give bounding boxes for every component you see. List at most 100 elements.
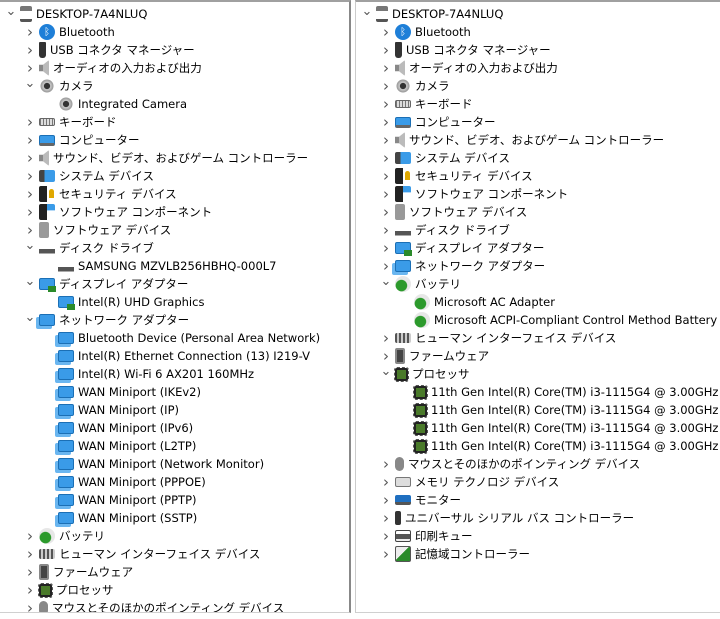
chevron-right-icon[interactable]: ›	[379, 203, 393, 221]
chevron-down-icon[interactable]: ⌄	[23, 272, 37, 290]
tree-item[interactable]: › ソフトウェア コンポーネント	[356, 185, 720, 203]
tree-item[interactable]: › ディスプレイ アダプター	[356, 239, 720, 257]
chevron-right-icon[interactable]: ›	[379, 329, 393, 347]
chevron-right-icon[interactable]: ›	[379, 221, 393, 239]
tree-item[interactable]: › 記憶域コントローラー	[356, 545, 720, 563]
tree-item[interactable]: › セキュリティ デバイス	[356, 167, 720, 185]
chevron-right-icon[interactable]: ›	[23, 149, 37, 167]
tree-item[interactable]: › ネットワーク アダプター	[356, 257, 720, 275]
tree-item[interactable]: › ユニバーサル シリアル バス コントローラー	[356, 509, 720, 527]
tree-item[interactable]: SAMSUNG MZVLB256HBHQ-000L7	[0, 257, 349, 275]
tree-item[interactable]: 11th Gen Intel(R) Core(TM) i3-1115G4 @ 3…	[356, 401, 720, 419]
chevron-down-icon[interactable]: ⌄	[23, 308, 37, 326]
tree-item[interactable]: 11th Gen Intel(R) Core(TM) i3-1115G4 @ 3…	[356, 437, 720, 455]
tree-item[interactable]: Intel(R) UHD Graphics	[0, 293, 349, 311]
chevron-right-icon[interactable]: ›	[23, 545, 37, 563]
tree-item[interactable]: ⌄ カメラ	[0, 74, 349, 95]
tree-item[interactable]: ⌄ DESKTOP-7A4NLUQ	[0, 2, 349, 23]
tree-item[interactable]: › カメラ	[356, 77, 720, 95]
tree-item[interactable]: › オーディオの入力および出力	[356, 59, 720, 77]
chevron-down-icon[interactable]: ⌄	[360, 2, 374, 20]
tree-item[interactable]: WAN Miniport (SSTP)	[0, 509, 349, 527]
tree-item[interactable]: Bluetooth Device (Personal Area Network)	[0, 329, 349, 347]
tree-item[interactable]: › マウスとそのほかのポインティング デバイス	[0, 599, 349, 612]
chevron-right-icon[interactable]: ›	[23, 563, 37, 581]
chevron-down-icon[interactable]: ⌄	[23, 236, 37, 254]
chevron-down-icon[interactable]: ⌄	[4, 2, 18, 20]
tree-item[interactable]: › ヒューマン インターフェイス デバイス	[356, 329, 720, 347]
chevron-right-icon[interactable]: ›	[23, 167, 37, 185]
tree-item[interactable]: ⌄ DESKTOP-7A4NLUQ	[356, 2, 720, 23]
chevron-right-icon[interactable]: ›	[379, 491, 393, 509]
tree-item[interactable]: › プロセッサ	[0, 581, 349, 599]
tree-item[interactable]: WAN Miniport (IP)	[0, 401, 349, 419]
tree-item[interactable]: WAN Miniport (Network Monitor)	[0, 455, 349, 473]
chevron-right-icon[interactable]: ›	[23, 185, 37, 203]
tree-item[interactable]: › セキュリティ デバイス	[0, 185, 349, 203]
device-tree-left[interactable]: ⌄ DESKTOP-7A4NLUQ › ᛒ Bluetooth › USB コネクタ マネー…	[0, 0, 351, 613]
chevron-right-icon[interactable]: ›	[379, 545, 393, 563]
chevron-right-icon[interactable]: ›	[379, 95, 393, 113]
tree-item[interactable]: › オーディオの入力および出力	[0, 59, 349, 77]
chevron-right-icon[interactable]: ›	[23, 131, 37, 149]
tree-item[interactable]: › メモリ テクノロジ デバイス	[356, 473, 720, 491]
chevron-right-icon[interactable]: ›	[23, 581, 37, 599]
chevron-right-icon[interactable]: ›	[379, 473, 393, 491]
chevron-right-icon[interactable]: ›	[379, 113, 393, 131]
chevron-right-icon[interactable]: ›	[23, 203, 37, 221]
tree-item[interactable]: › モニター	[356, 491, 720, 509]
chevron-right-icon[interactable]: ›	[23, 527, 37, 545]
tree-item[interactable]: ⌄ バッテリ	[356, 272, 720, 293]
chevron-right-icon[interactable]: ›	[23, 23, 37, 41]
chevron-down-icon[interactable]: ⌄	[379, 272, 393, 290]
tree-item[interactable]: ⌄ ネットワーク アダプター	[0, 308, 349, 329]
tree-item[interactable]: › マウスとそのほかのポインティング デバイス	[356, 455, 720, 473]
tree-item[interactable]: 11th Gen Intel(R) Core(TM) i3-1115G4 @ 3…	[356, 419, 720, 437]
tree-item[interactable]: › ソフトウェア コンポーネント	[0, 203, 349, 221]
tree-item[interactable]: Microsoft AC Adapter	[356, 293, 720, 311]
tree-item[interactable]: › サウンド、ビデオ、およびゲーム コントローラー	[0, 149, 349, 167]
tree-item[interactable]: WAN Miniport (PPPOE)	[0, 473, 349, 491]
tree-item[interactable]: Intel(R) Wi-Fi 6 AX201 160MHz	[0, 365, 349, 383]
tree-item[interactable]: › 印刷キュー	[356, 527, 720, 545]
tree-item[interactable]: ⌄ ディスク ドライブ	[0, 236, 349, 257]
tree-item[interactable]: Intel(R) Ethernet Connection (13) I219-V	[0, 347, 349, 365]
chevron-right-icon[interactable]: ›	[379, 77, 393, 95]
tree-item[interactable]: › キーボード	[0, 113, 349, 131]
tree-item[interactable]: › システム デバイス	[0, 167, 349, 185]
chevron-down-icon[interactable]: ⌄	[23, 74, 37, 92]
tree-item[interactable]: WAN Miniport (PPTP)	[0, 491, 349, 509]
tree-item[interactable]: › コンピューター	[356, 113, 720, 131]
chevron-right-icon[interactable]: ›	[379, 131, 393, 149]
chevron-right-icon[interactable]: ›	[379, 41, 393, 59]
tree-item[interactable]: › ᛒ Bluetooth	[0, 23, 349, 41]
tree-item[interactable]: › システム デバイス	[356, 149, 720, 167]
chevron-right-icon[interactable]: ›	[379, 509, 393, 527]
chevron-right-icon[interactable]: ›	[379, 167, 393, 185]
tree-item[interactable]: › ᛒ Bluetooth	[356, 23, 720, 41]
tree-item[interactable]: Integrated Camera	[0, 95, 349, 113]
tree-item[interactable]: WAN Miniport (L2TP)	[0, 437, 349, 455]
chevron-right-icon[interactable]: ›	[379, 149, 393, 167]
device-tree-right[interactable]: ⌄ DESKTOP-7A4NLUQ › ᛒ Bluetooth › USB コネクタ マネー…	[355, 0, 720, 613]
tree-item[interactable]: › ソフトウェア デバイス	[356, 203, 720, 221]
tree-item[interactable]: › バッテリ	[0, 527, 349, 545]
tree-item[interactable]: › ディスク ドライブ	[356, 221, 720, 239]
chevron-right-icon[interactable]: ›	[379, 527, 393, 545]
chevron-right-icon[interactable]: ›	[23, 113, 37, 131]
tree-item[interactable]: ⌄ ディスプレイ アダプター	[0, 272, 349, 293]
chevron-right-icon[interactable]: ›	[379, 185, 393, 203]
tree-item[interactable]: › ファームウェア	[356, 347, 720, 365]
chevron-right-icon[interactable]: ›	[379, 59, 393, 77]
tree-item[interactable]: › コンピューター	[0, 131, 349, 149]
tree-item[interactable]: › ヒューマン インターフェイス デバイス	[0, 545, 349, 563]
tree-item[interactable]: › キーボード	[356, 95, 720, 113]
tree-item[interactable]: WAN Miniport (IPv6)	[0, 419, 349, 437]
chevron-right-icon[interactable]: ›	[23, 41, 37, 59]
chevron-right-icon[interactable]: ›	[379, 455, 393, 473]
chevron-right-icon[interactable]: ›	[379, 239, 393, 257]
tree-item[interactable]: WAN Miniport (IKEv2)	[0, 383, 349, 401]
chevron-right-icon[interactable]: ›	[23, 599, 37, 612]
tree-item[interactable]: › サウンド、ビデオ、およびゲーム コントローラー	[356, 131, 720, 149]
tree-item[interactable]: › USB コネクタ マネージャー	[356, 41, 720, 59]
